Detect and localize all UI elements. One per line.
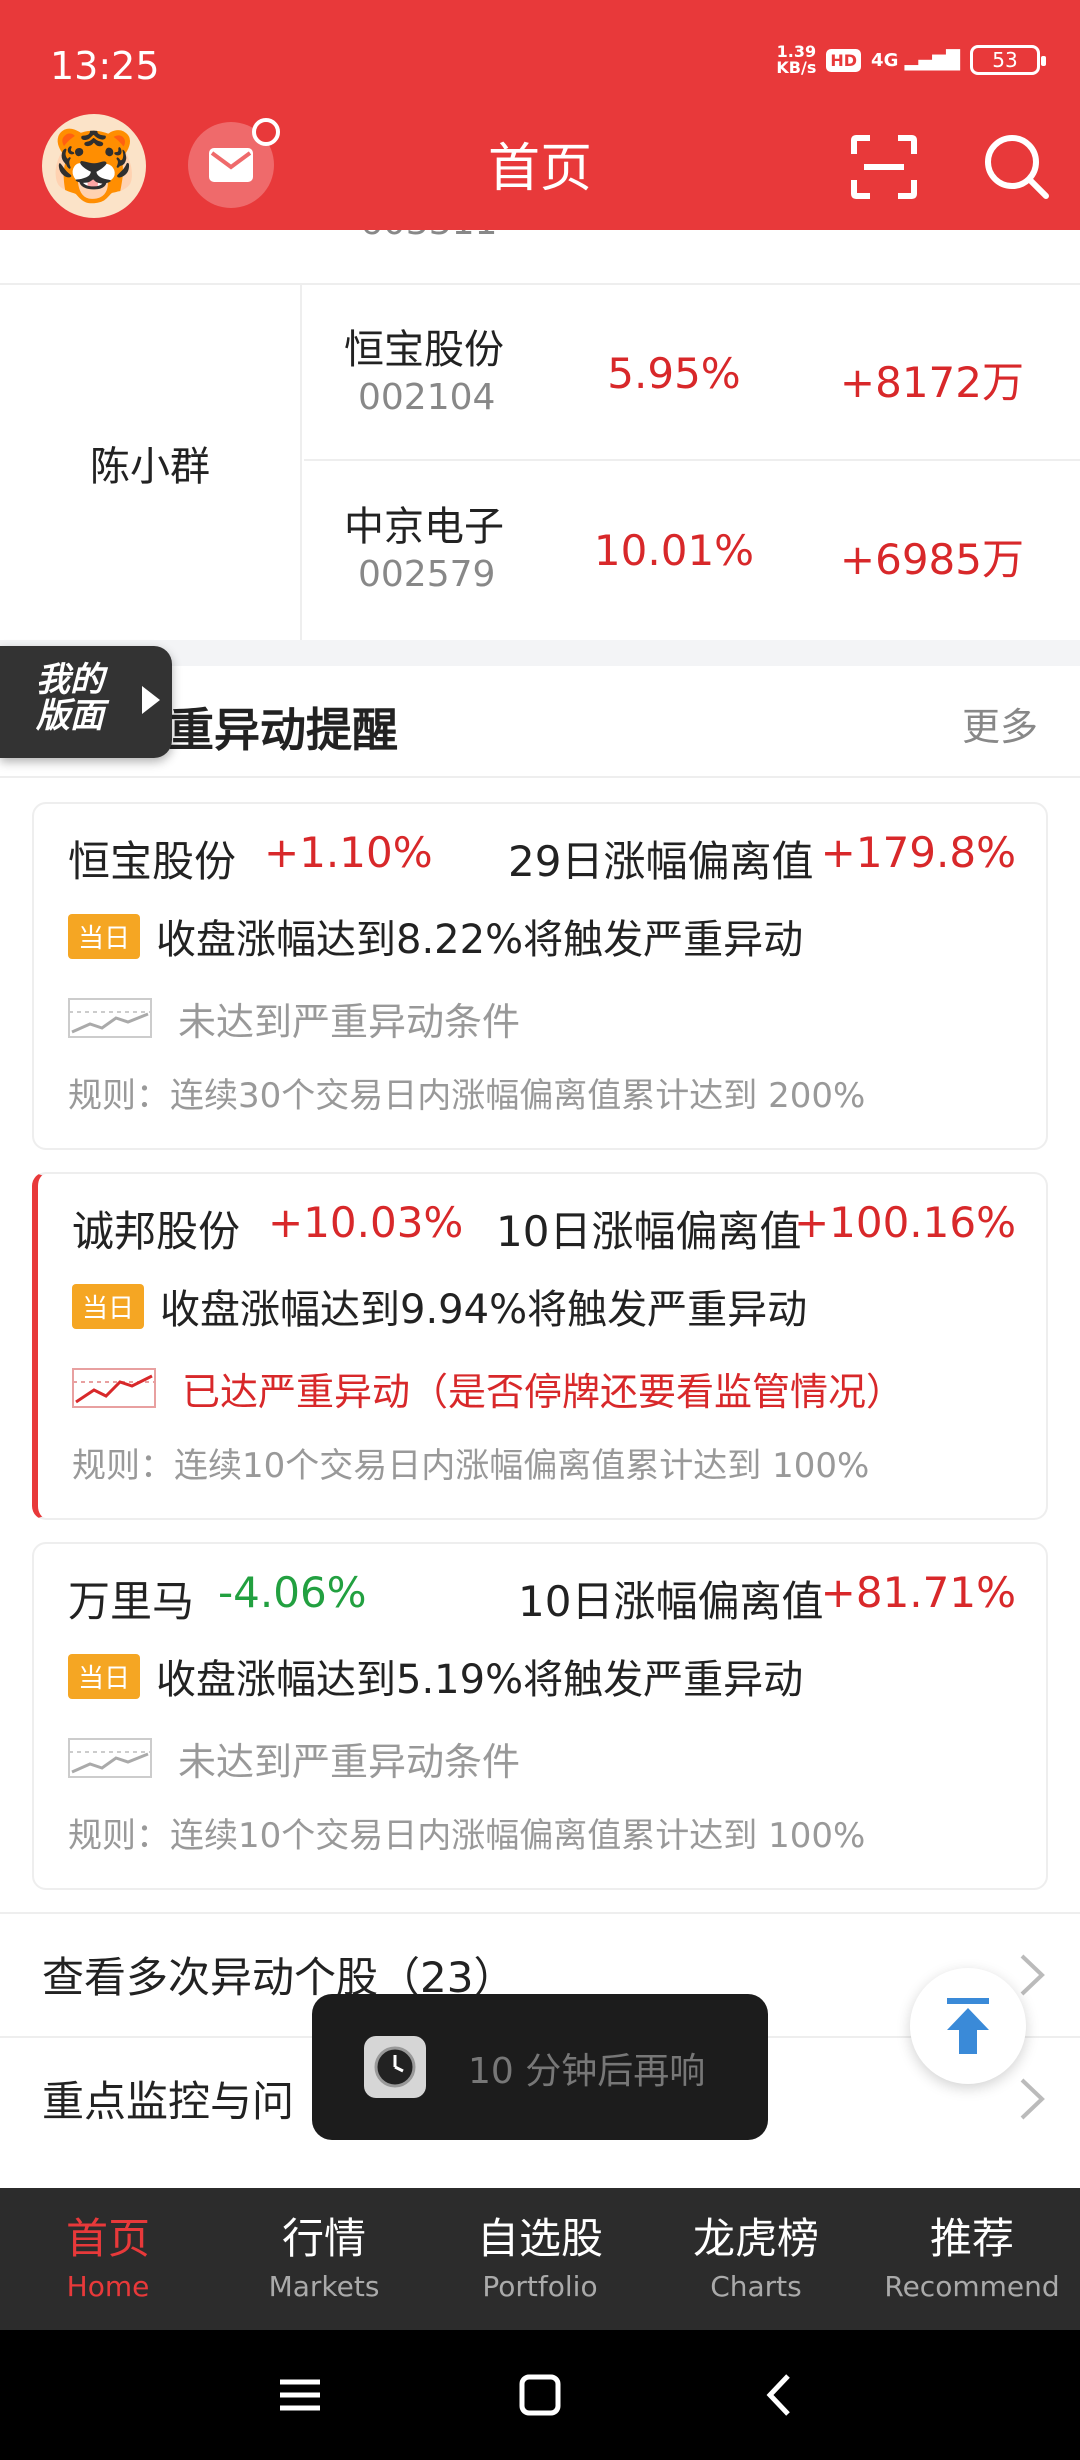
play-arrow-icon [142,686,160,714]
chevron-right-icon [1020,1954,1045,1996]
trigger-text: 收盘涨幅达到9.94%将触发严重异动 [160,1287,808,1333]
rule-text: 规则：连续10个交易日内涨幅偏离值累计达到 100% [68,1816,866,1856]
deviation-label: 10日涨幅偏离值 [518,1577,824,1626]
bottom-tab-bar: 首页 Home 行情 Markets 自选股 Portfolio 龙虎榜 Cha… [0,2188,1080,2330]
back-to-top-button[interactable] [910,1968,1026,2084]
alert-state: 未达到严重异动条件 [178,999,521,1044]
page-title: 首页 [487,139,592,199]
hd-icon: HD [826,48,862,72]
trend-chart-icon [68,1738,152,1778]
alert-card[interactable]: 诚邦股份 +10.03% 10日涨幅偏离值 +100.16% 当日 收盘涨幅达到… [32,1172,1048,1520]
stock-code: 002104 [358,377,496,418]
stock-name: 恒宝股份 [344,327,504,373]
battery-icon: 53 [970,45,1046,75]
deviation-value: +179.8% [820,828,1016,877]
alert-card[interactable]: 万里马 -4.06% 10日涨幅偏离值 +81.71% 当日 收盘涨幅达到5.1… [32,1542,1048,1890]
deviation-label: 29日涨幅偏离值 [508,837,814,886]
tab-home[interactable]: 首页 Home [0,2188,216,2330]
stock-name: 中京电子 [344,504,504,550]
stock-change: +1.10% [264,828,433,877]
back-icon[interactable] [750,2370,810,2420]
signal-icon: 4G ▂▄▆█ [871,49,960,71]
today-tag: 当日 [68,1653,141,1699]
net-buy-amount: +8172万 [839,358,1024,407]
search-icon[interactable] [980,130,1052,202]
status-time: 13:25 [50,44,160,88]
today-tag: 当日 [68,913,141,959]
alert-state: 未达到严重异动条件 [178,1739,521,1784]
stock-name: 恒宝股份 [68,837,237,886]
stock-change: +10.03% [268,1198,464,1247]
rule-text: 规则：连续30个交易日内涨幅偏离值累计达到 200% [68,1076,866,1116]
table-row-partial: 603311 [0,230,1080,285]
stock-change-pct: 10.01% [593,526,755,575]
today-tag: 当日 [72,1283,145,1329]
trigger-text: 收盘涨幅达到5.19%将触发严重异动 [156,1657,804,1703]
severe-alert-section: 我的 版面 严重异动提醒 更多 恒宝股份 +1.10% 29日涨幅偏离值 +17… [0,646,1080,2188]
trend-chart-icon [72,1368,156,1408]
stock-name: 万里马 [68,1577,195,1626]
deviation-value: +100.16% [793,1198,1016,1247]
chevron-right-icon [1020,2078,1045,2120]
tab-markets[interactable]: 行情 Markets [216,2188,432,2330]
home-square-icon[interactable] [510,2370,570,2420]
net-buy-amount: +6985万 [839,535,1024,584]
menu-icon[interactable] [270,2370,330,2420]
arrow-up-icon [947,1998,989,2054]
tab-recommend[interactable]: 推荐 Recommend [864,2188,1080,2330]
stock-change: -4.06% [218,1568,367,1617]
alert-card[interactable]: 恒宝股份 +1.10% 29日涨幅偏离值 +179.8% 当日 收盘涨幅达到8.… [32,802,1048,1150]
trigger-text: 收盘涨幅达到8.22%将触发严重异动 [156,917,804,963]
deviation-value: +81.71% [820,1568,1016,1617]
link-label: 重点监控与问 [42,2077,295,2126]
deviation-label: 10日涨幅偏离值 [496,1207,802,1256]
rule-text: 规则：连续10个交易日内涨幅偏离值累计达到 100% [72,1446,870,1486]
stock-change-pct: 5.95% [607,349,741,398]
toast-text: 10 分钟后再响 [468,2051,706,2092]
trend-chart-icon [68,998,152,1038]
app-header: 13:25 1.39 KB/s HD 4G ▂▄▆█ 53 🐯 首页 [0,0,1080,230]
net-speed: 1.39 KB/s [776,42,817,77]
system-nav-bar [0,2330,1080,2460]
alert-state: 已达严重异动（是否停牌还要看监管情况） [182,1369,905,1414]
holder-table: 603311 陈小群 恒宝股份 002104 5.95% +8172万 中京电子… [0,230,1080,640]
tab-charts[interactable]: 龙虎榜 Charts [648,2188,864,2330]
status-icons: 1.39 KB/s HD 4G ▂▄▆█ 53 [776,42,1046,77]
more-link[interactable]: 更多 [962,696,1038,751]
clock-icon [364,2036,426,2098]
scan-icon[interactable] [850,134,918,200]
my-layout-button[interactable]: 我的 版面 [0,646,172,758]
stock-code: 603311 [360,230,497,243]
table-row[interactable]: 恒宝股份 002104 5.95% +8172万 [304,285,1080,461]
alarm-toast: 10 分钟后再响 [312,1994,768,2140]
stock-name: 诚邦股份 [72,1207,241,1256]
table-row[interactable]: 中京电子 002579 10.01% +6985万 [304,462,1080,638]
stock-code: 002579 [358,554,496,595]
holder-name[interactable]: 陈小群 [0,285,302,640]
tab-portfolio[interactable]: 自选股 Portfolio [432,2188,648,2330]
